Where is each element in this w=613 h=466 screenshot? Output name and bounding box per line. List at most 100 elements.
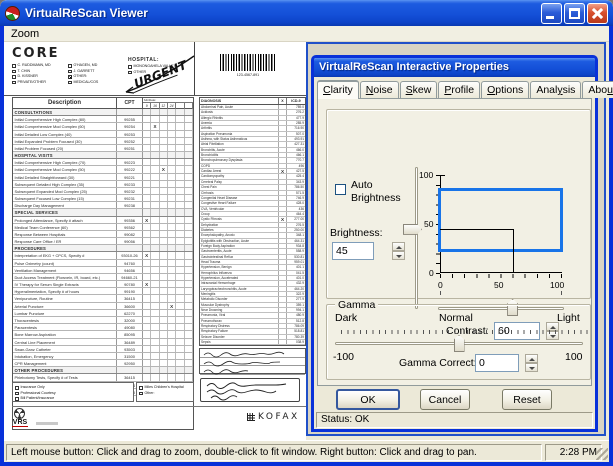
vrs-app-icon bbox=[5, 6, 20, 21]
brightness-updown[interactable] bbox=[392, 242, 405, 260]
tab-clarity[interactable]: Clarity bbox=[317, 80, 359, 99]
cpt-grid-cell bbox=[168, 339, 176, 345]
diagnosis-name: Cardiac Arrest bbox=[200, 169, 279, 173]
diagnosis-name: Metabolic Disorder bbox=[200, 297, 279, 301]
tab-profile[interactable]: Profile bbox=[438, 81, 480, 98]
gamma-dark-label: Dark bbox=[335, 312, 357, 324]
diagnosis-name: Gastrointestinal Reflux bbox=[200, 255, 279, 259]
checkbox-icon bbox=[139, 386, 143, 390]
tab-options[interactable]: Options bbox=[481, 81, 529, 98]
maximize-button[interactable] bbox=[564, 3, 585, 24]
diagnosis-x-mark bbox=[279, 191, 287, 195]
cpt-item-row: Interpretation of EKG + CPCS, Specify #9… bbox=[13, 252, 193, 259]
checkbox-icon bbox=[139, 392, 143, 396]
diagnosis-x-mark bbox=[279, 126, 287, 130]
minimize-button[interactable] bbox=[541, 3, 562, 24]
gamma-updown[interactable] bbox=[525, 354, 538, 372]
vrs-logo: VRS bbox=[12, 408, 52, 427]
cpt-item-row: Initial Problem Focused (20)99251 bbox=[13, 145, 193, 152]
diagnosis-name: Asthma, with Status Asthmaticus bbox=[200, 137, 279, 141]
diagnosis-code: 401.1 bbox=[287, 265, 305, 269]
checkbox-icon bbox=[68, 81, 72, 85]
cancel-button[interactable]: Cancel bbox=[420, 389, 470, 410]
up-arrow-icon[interactable] bbox=[392, 242, 405, 251]
close-button[interactable] bbox=[587, 3, 608, 24]
cpt-grid-cell bbox=[143, 195, 151, 201]
cpt-grid-cell bbox=[160, 303, 168, 309]
cpt-row-description: Intubation, Emergency bbox=[13, 353, 117, 359]
cpt-grid-cell bbox=[176, 339, 184, 345]
cpt-grid-cell bbox=[185, 209, 193, 215]
ok-button[interactable]: OK bbox=[336, 389, 400, 410]
cpt-grid-cell bbox=[143, 159, 151, 165]
cpt-item-row: Pulse Oximetry (count)94760 bbox=[13, 260, 193, 267]
cpt-grid-cell bbox=[151, 159, 159, 165]
gamma-slider-thumb[interactable] bbox=[454, 335, 465, 352]
dialog-title-bar[interactable]: VirtualReScan Interactive Properties bbox=[314, 58, 595, 77]
up-arrow-icon[interactable] bbox=[525, 354, 538, 363]
date-grid-header: Mo/Date: 9161224 bbox=[143, 98, 193, 108]
tab-about[interactable]: About bbox=[582, 81, 613, 98]
diagnosis-name: Bronchopulmonary Dysplasia bbox=[200, 158, 279, 162]
cpt-grid-cell bbox=[160, 109, 168, 115]
cpt-grid-cell bbox=[185, 303, 193, 309]
menu-zoom[interactable]: Zoom bbox=[4, 28, 46, 40]
document-preview-pane[interactable]: CORE C. RUDDMANN, MDT. CHIND. KISSNERPRI… bbox=[4, 42, 306, 440]
cpt-grid-cell bbox=[185, 288, 193, 294]
brightness-slider-track[interactable] bbox=[415, 167, 418, 309]
x-tick-100: 100 bbox=[550, 280, 564, 290]
cpt-grid-cell bbox=[151, 152, 159, 158]
diagnosis-x-mark bbox=[279, 158, 287, 162]
cpt-grid-cell bbox=[143, 181, 151, 187]
cpt-grid-cell bbox=[151, 252, 159, 258]
cpt-item-row: Subsequent Expanded Mod Complex (25)9923… bbox=[13, 188, 193, 195]
diagnosis-x-mark bbox=[279, 142, 287, 146]
cpt-grid-cell bbox=[151, 245, 159, 251]
diagnosis-x-mark bbox=[279, 164, 287, 168]
diagnosis-name: Intracranial Hemorrhage bbox=[200, 281, 279, 285]
cpt-grid-cell bbox=[151, 288, 159, 294]
highlight-region[interactable] bbox=[438, 188, 563, 253]
diagnosis-x-mark bbox=[279, 174, 287, 178]
cpt-grid-cell: X bbox=[160, 166, 168, 172]
cpt-row-description: Initial Detailed Low Complex (40) bbox=[13, 131, 117, 137]
cpt-grid-cell bbox=[151, 303, 159, 309]
cpt-grid-cell bbox=[168, 131, 176, 137]
down-arrow-icon[interactable] bbox=[525, 363, 538, 372]
cpt-header: CPT bbox=[117, 98, 143, 108]
auto-brightness-checkbox[interactable] bbox=[335, 184, 346, 195]
cpt-grid-cell bbox=[168, 238, 176, 244]
cpt-grid-cell bbox=[168, 109, 176, 115]
brightness-input[interactable]: 45 bbox=[332, 242, 374, 260]
title-bar[interactable]: VirtualReScan Viewer bbox=[0, 0, 613, 26]
cpt-grid-cell bbox=[168, 116, 176, 122]
reset-button[interactable]: Reset bbox=[502, 389, 552, 410]
resize-grip-icon[interactable] bbox=[596, 448, 608, 460]
cpt-item-row: IV Therapy for Serum Single Extracts9078… bbox=[13, 281, 193, 288]
cpt-row-description: Subsequent Expanded Mod Complex (25) bbox=[13, 188, 117, 194]
diagnosis-name: Allergic Rhinitis bbox=[200, 116, 279, 120]
tab-noise[interactable]: Noise bbox=[360, 81, 399, 98]
x-header: X bbox=[279, 98, 287, 104]
diagnosis-name: Foreign Body Aspiration bbox=[200, 244, 279, 248]
cpt-grid-cell bbox=[160, 152, 168, 158]
cpt-grid-cell bbox=[185, 109, 193, 115]
diagnosis-x-mark bbox=[279, 319, 287, 323]
cpt-grid-cell bbox=[160, 353, 168, 359]
diagnosis-x-mark bbox=[279, 196, 287, 200]
cpt-grid-cell bbox=[176, 353, 184, 359]
cpt-row-description: IV Therapy for Serum Single Extracts bbox=[13, 281, 117, 287]
diagnosis-name: Respiratory Distress bbox=[200, 324, 279, 328]
gamma-group: Gamma Dark Normal Light -100 100 Gamma C… bbox=[326, 304, 591, 380]
hospital-options-box: Miles Children's HospitalOther: bbox=[136, 382, 194, 402]
gamma-max-label: 100 bbox=[565, 351, 583, 363]
diagnosis-code: 477.9 bbox=[287, 116, 305, 120]
tab-analysis[interactable]: Analysis bbox=[530, 81, 581, 98]
down-arrow-icon[interactable] bbox=[392, 251, 405, 260]
gamma-input[interactable]: 0 bbox=[475, 354, 519, 372]
cpt-row-code: 99222 bbox=[117, 166, 143, 172]
diagnosis-code: 786.09 bbox=[287, 324, 305, 328]
cpt-grid-cell bbox=[185, 245, 193, 251]
tab-skew[interactable]: Skew bbox=[400, 81, 438, 98]
diagnosis-x-mark bbox=[279, 201, 287, 205]
